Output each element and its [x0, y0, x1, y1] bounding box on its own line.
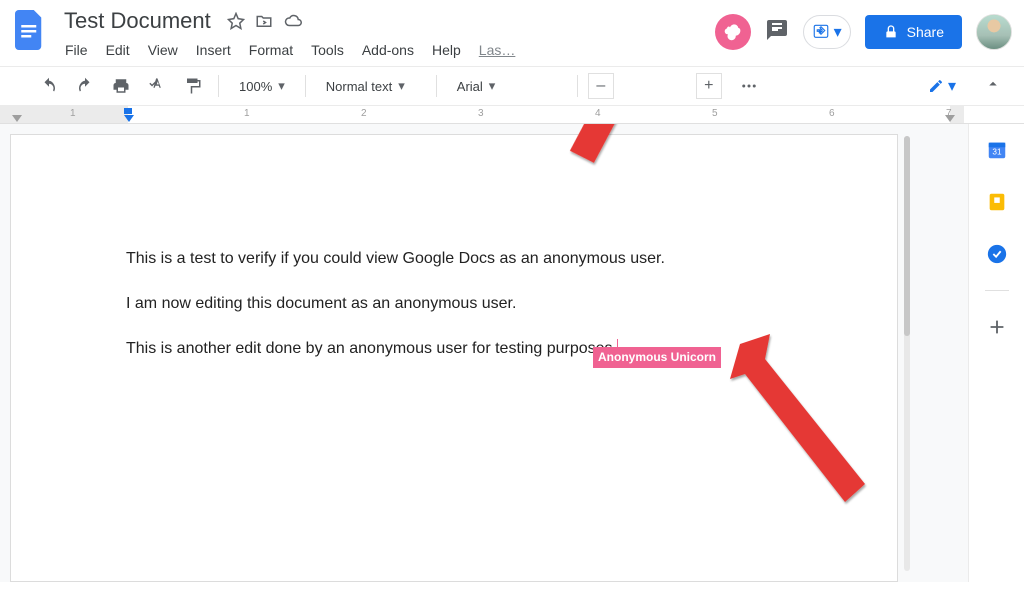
toolbar-separator [305, 75, 306, 97]
print-icon[interactable] [106, 73, 136, 99]
svg-text:31: 31 [992, 148, 1002, 157]
paragraph[interactable]: This is a test to verify if you could vi… [126, 247, 782, 270]
menu-format[interactable]: Format [242, 38, 300, 62]
more-icon[interactable] [734, 73, 764, 99]
undo-icon[interactable] [34, 73, 64, 99]
ruler-number: 2 [361, 108, 367, 119]
present-button[interactable]: ▾ [803, 15, 851, 49]
paragraph-text: This is another edit done by an anonymou… [126, 340, 617, 357]
style-value: Normal text [326, 79, 392, 94]
ruler-marker[interactable] [12, 115, 22, 122]
font-size-decrease[interactable]: – [588, 73, 614, 99]
spellcheck-icon[interactable] [142, 73, 172, 99]
share-button[interactable]: Share [865, 15, 962, 49]
cloud-icon[interactable] [283, 12, 303, 30]
ruler-number: 5 [712, 108, 718, 119]
add-icon[interactable] [981, 311, 1013, 343]
hide-menus-icon[interactable] [984, 75, 1002, 98]
calendar-icon[interactable]: 31 [981, 134, 1013, 166]
ruler-number: 4 [595, 108, 601, 119]
ruler-indent-marker[interactable] [124, 108, 132, 114]
menu-view[interactable]: View [141, 38, 185, 62]
font-value: Arial [457, 79, 483, 94]
toolbar-separator [218, 75, 219, 97]
collaborator-label: Anonymous Unicorn [593, 347, 721, 368]
docs-logo[interactable] [10, 6, 50, 54]
document-page[interactable]: This is a test to verify if you could vi… [10, 134, 898, 582]
menu-edit[interactable]: Edit [99, 38, 137, 62]
paragraph[interactable]: I am now editing this document as an ano… [126, 292, 782, 315]
document-area[interactable]: This is a test to verify if you could vi… [0, 124, 968, 582]
ruler-number: 3 [478, 108, 484, 119]
keep-icon[interactable] [981, 186, 1013, 218]
menu-file[interactable]: File [58, 38, 95, 62]
redo-icon[interactable] [70, 73, 100, 99]
chevron-down-icon: ▾ [489, 78, 496, 94]
toolbar-separator [577, 75, 578, 97]
ruler-indent-marker[interactable] [124, 115, 134, 122]
menu-tools[interactable]: Tools [304, 38, 351, 62]
open-comments-icon[interactable] [765, 18, 789, 47]
vertical-scrollbar[interactable] [904, 136, 910, 571]
move-icon[interactable] [255, 12, 273, 30]
side-panel: 31 [968, 124, 1024, 582]
paragraph-style-select[interactable]: Normal text ▾ [316, 74, 426, 98]
document-title[interactable]: Test Document [58, 6, 217, 36]
anonymous-user-avatar[interactable] [715, 14, 751, 50]
chevron-down-icon: ▾ [948, 76, 956, 96]
paint-format-icon[interactable] [178, 73, 208, 99]
chevron-down-icon: ▾ [834, 22, 842, 42]
font-select[interactable]: Arial ▾ [447, 74, 567, 98]
star-icon[interactable] [227, 12, 245, 30]
last-edit-link[interactable]: Las… [472, 38, 523, 62]
chevron-down-icon: ▾ [398, 78, 405, 94]
chevron-down-icon: ▾ [278, 78, 285, 94]
account-avatar[interactable] [976, 14, 1012, 50]
tasks-icon[interactable] [981, 238, 1013, 270]
ruler-marker[interactable] [945, 115, 955, 122]
menu-addons[interactable]: Add-ons [355, 38, 421, 62]
toolbar-separator [436, 75, 437, 97]
editing-mode-button[interactable]: ▾ [920, 73, 964, 99]
menu-insert[interactable]: Insert [189, 38, 238, 62]
ruler-number: 1 [70, 108, 76, 119]
ruler-number: 6 [829, 108, 835, 119]
zoom-select[interactable]: 100% ▾ [229, 74, 295, 98]
font-size-increase[interactable]: + [696, 73, 722, 99]
zoom-value: 100% [239, 79, 272, 94]
menu-help[interactable]: Help [425, 38, 468, 62]
horizontal-ruler[interactable]: 1 1 2 3 4 5 6 7 [0, 106, 1024, 124]
share-button-label: Share [907, 24, 944, 40]
side-panel-divider [985, 290, 1009, 291]
ruler-number: 1 [244, 108, 250, 119]
